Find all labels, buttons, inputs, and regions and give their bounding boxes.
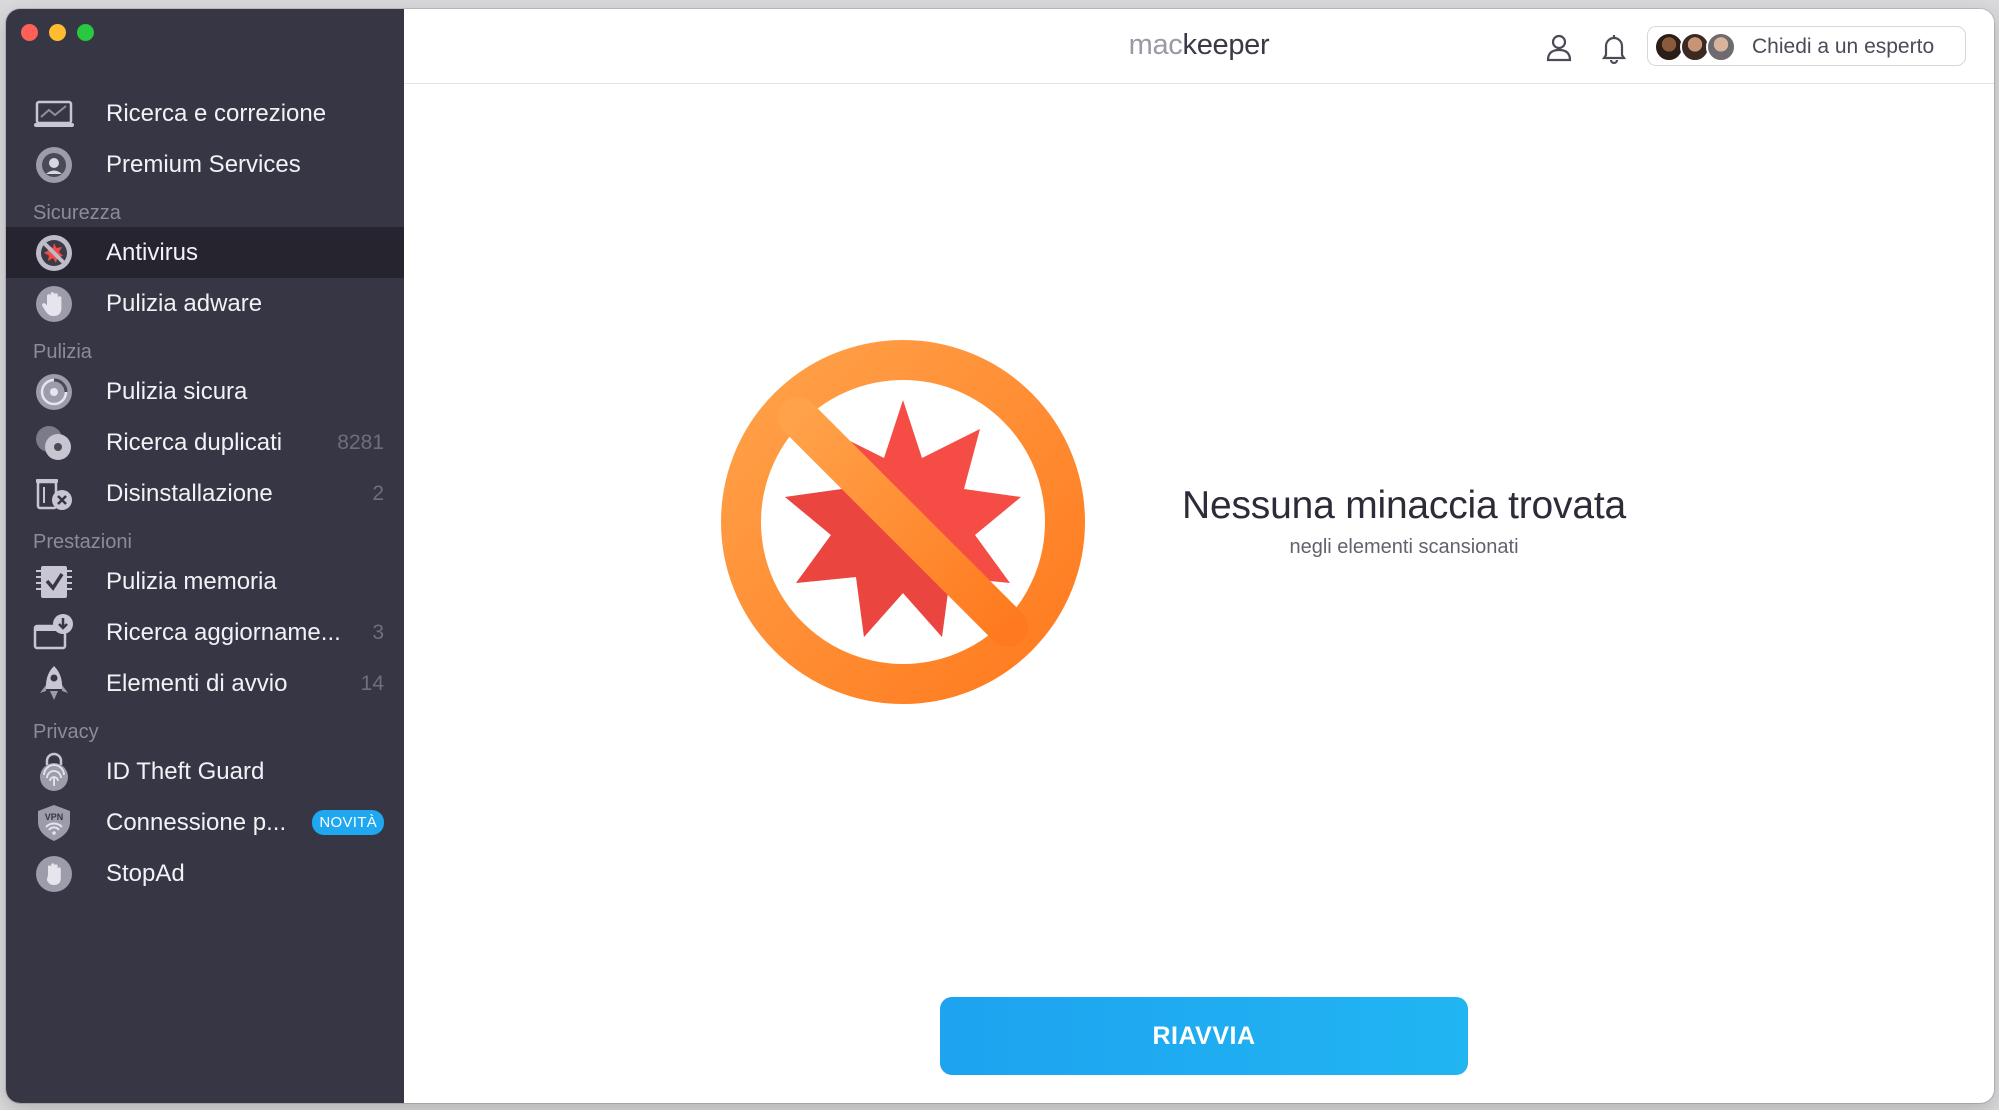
sidebar-item-label: Ricerca duplicati (106, 429, 283, 456)
rocket-icon (40, 666, 68, 700)
section-title-performance: Prestazioni (33, 531, 132, 553)
stop-hand-icon (36, 856, 72, 892)
ask-expert-button[interactable]: Chiedi a un esperto (1647, 26, 1966, 66)
sidebar-item-label: Disinstallazione (106, 480, 273, 507)
zoom-window-button[interactable] (77, 24, 94, 41)
sidebar-item-uninstaller[interactable]: Disinstallazione 2 (6, 468, 404, 519)
uninstall-icon (36, 479, 72, 510)
sidebar-nav: Ricerca e correzione Premium Services Si… (6, 88, 404, 899)
top-bar: mackeeper Chiedi a un esperto (404, 9, 1994, 84)
sidebar-item-label: StopAd (106, 860, 185, 887)
sidebar-item-label: ID Theft Guard (106, 758, 265, 785)
sidebar-item-label: Ricerca aggiorname... (106, 619, 341, 646)
sidebar-item-private-connect[interactable]: VPN Connessione p... NOVITÀ (6, 797, 404, 848)
svg-text:VPN: VPN (45, 812, 64, 822)
expert-avatars (1654, 32, 1740, 62)
close-window-button[interactable] (21, 24, 38, 41)
sidebar-item-label: Pulizia adware (106, 290, 263, 317)
fingerprint-lock-icon (40, 752, 68, 791)
avatar (1706, 32, 1736, 62)
restart-button[interactable]: RIAVVIA (940, 997, 1468, 1075)
updates-count: 3 (372, 621, 384, 644)
minimize-window-button[interactable] (49, 24, 66, 41)
app-window: Ricerca e correzione Premium Services Si… (6, 9, 1994, 1103)
sidebar-item-label: Pulizia sicura (106, 378, 248, 405)
memory-check-icon (36, 566, 72, 598)
sidebar-item-id-theft-guard[interactable]: ID Theft Guard (6, 746, 404, 797)
duplicates-icon (36, 426, 71, 460)
no-threat-illustration (721, 340, 1085, 704)
account-icon[interactable] (1542, 31, 1576, 65)
status-title: Nessuna minaccia trovata (1182, 484, 1626, 527)
notification-bell-icon[interactable] (1597, 31, 1631, 65)
sidebar-item-safe-cleanup[interactable]: Pulizia sicura (6, 366, 404, 417)
sidebar: Ricerca e correzione Premium Services Si… (6, 9, 404, 1103)
window-controls (21, 24, 94, 41)
sidebar-item-adware-cleaner[interactable]: Pulizia adware (6, 278, 404, 329)
vpn-shield-icon: VPN (38, 805, 70, 841)
status-subtitle: negli elementi scansionati (1289, 536, 1519, 558)
sidebar-item-label: Premium Services (106, 151, 301, 178)
hand-stop-icon (36, 286, 72, 322)
new-badge: NOVITÀ (312, 810, 384, 835)
sidebar-item-premium-services[interactable]: Premium Services (6, 139, 404, 190)
sidebar-item-antivirus[interactable]: Antivirus (6, 227, 404, 278)
sidebar-item-stopad[interactable]: StopAd (6, 848, 404, 899)
update-download-icon (33, 614, 73, 650)
laptop-scan-icon (34, 100, 74, 127)
sidebar-item-label: Ricerca e correzione (106, 100, 327, 127)
disk-clean-icon (36, 374, 72, 410)
duplicates-count: 8281 (337, 431, 384, 454)
sidebar-item-login-items[interactable]: Elementi di avvio 14 (6, 658, 404, 709)
login-items-count: 14 (360, 672, 384, 695)
sidebar-item-label: Elementi di avvio (106, 670, 288, 697)
sidebar-item-memory-cleaner[interactable]: Pulizia memoria (6, 556, 404, 607)
antivirus-icon (36, 235, 72, 271)
sidebar-item-scan[interactable]: Ricerca e correzione (6, 88, 404, 139)
sidebar-item-label: Connessione p... (106, 809, 287, 836)
uninstall-count: 2 (372, 482, 384, 505)
headset-icon (36, 147, 72, 183)
section-title-security: Sicurezza (33, 202, 121, 224)
sidebar-item-update-tracker[interactable]: Ricerca aggiorname... 3 (6, 607, 404, 658)
section-title-privacy: Privacy (33, 721, 99, 743)
sidebar-item-label: Pulizia memoria (106, 568, 277, 595)
sidebar-item-label: Antivirus (106, 239, 199, 266)
section-title-cleaning: Pulizia (33, 341, 92, 363)
ask-expert-label: Chiedi a un esperto (1752, 35, 1935, 58)
main-content: mackeeper Chiedi a un esperto Nessuna mi… (404, 9, 1994, 1103)
sidebar-item-duplicates-finder[interactable]: Ricerca duplicati 8281 (6, 417, 404, 468)
